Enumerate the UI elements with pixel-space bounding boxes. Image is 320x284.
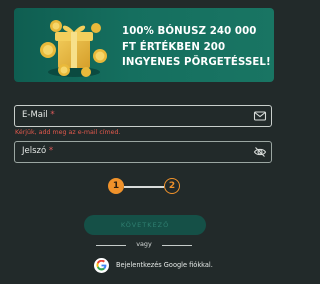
envelope-icon (253, 111, 267, 121)
password-field[interactable]: Jelszó * (14, 141, 272, 163)
email-field[interactable]: E-Mail * (14, 105, 272, 127)
gift-coins-illustration (40, 20, 107, 77)
email-error-message: Kérjük, add meg az e-mail címed. (15, 129, 121, 136)
step-2-circle: 2 (164, 178, 180, 194)
continue-button[interactable]: KÖVETKEZŐ (84, 215, 206, 235)
step-1-circle: 1 (108, 178, 124, 194)
promo-banner[interactable]: 100% BÓNUSZ 240 000 FT ÉRTÉKBEN 200 INGY… (14, 8, 274, 82)
or-divider: vagy (96, 240, 192, 250)
step-indicator: 1 2 (108, 178, 182, 196)
google-login-button[interactable]: Bejelentkezés Google fiókkal. (94, 258, 213, 274)
promo-headline: 100% BÓNUSZ 240 000 FT ÉRTÉKBEN 200 INGY… (122, 26, 271, 68)
google-badge (94, 258, 109, 273)
divider-text: vagy (136, 240, 152, 248)
step-connector (124, 186, 164, 188)
google-login-label: Bejelentkezés Google fiókkal. (116, 261, 213, 269)
google-icon (96, 260, 107, 271)
eye-slash-icon[interactable] (253, 145, 267, 159)
divider-line-right (162, 245, 192, 246)
